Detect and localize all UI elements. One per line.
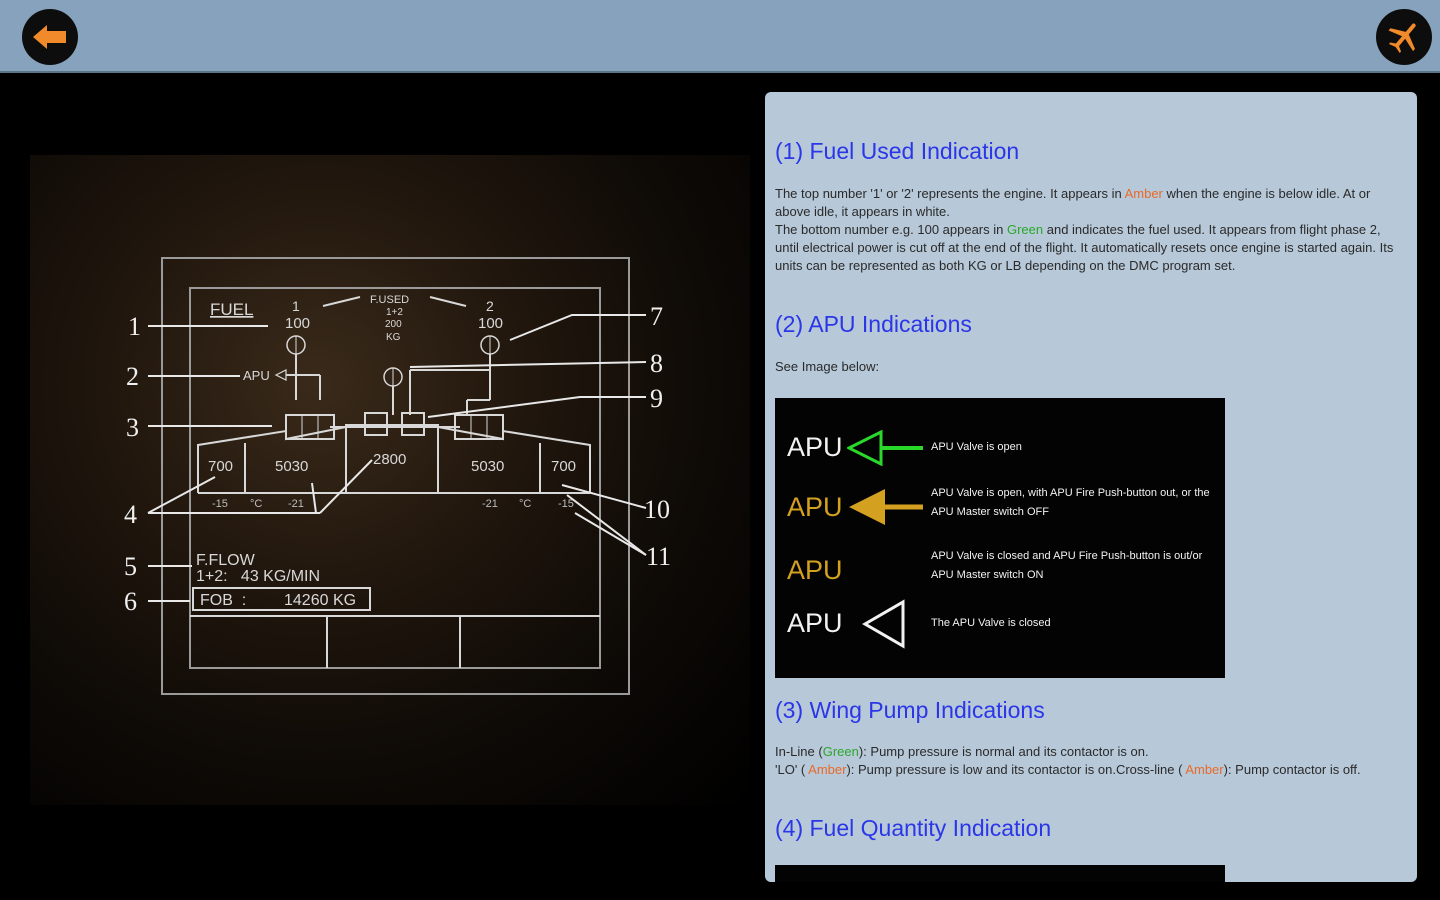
fob-label: FOB :	[200, 592, 246, 609]
fused-value: 200	[385, 319, 402, 330]
tank-r-inner: 5030	[471, 458, 504, 475]
diagram-area: FUEL 1 100 F.USED 1+2 200 KG 2 100 APU 7…	[0, 75, 750, 900]
apu-row-open-fire: APU APU Valve is open, with APU Fire Pus…	[775, 478, 1225, 538]
top-bar	[0, 0, 1440, 73]
green-open-arrow-icon	[847, 430, 923, 466]
callout-9: 9	[650, 384, 663, 413]
section-2-title: (2) APU Indications	[775, 311, 972, 337]
back-button[interactable]	[22, 9, 78, 65]
callout-4: 4	[124, 500, 137, 529]
apu-label: APU	[243, 368, 270, 383]
tank-l-outer: 700	[208, 458, 233, 475]
section-3-title: (3) Wing Pump Indications	[775, 697, 1045, 723]
airplane-button[interactable]	[1376, 9, 1432, 65]
eng2-used: 100	[478, 315, 503, 332]
airplane-icon	[1388, 23, 1416, 53]
amber-filled-arrow-icon	[849, 489, 923, 525]
callout-7: 7	[650, 302, 663, 331]
fuel-ecam-diagram: FUEL 1 100 F.USED 1+2 200 KG 2 100 APU 7…	[124, 257, 671, 695]
fuel-label: FUEL	[210, 300, 253, 319]
fob-value: 14260 KG	[284, 592, 356, 609]
fused-sub: 1+2	[386, 307, 403, 318]
tank-l-inner: 5030	[275, 458, 308, 475]
apu-row-open: APU APU Valve is open	[775, 418, 1225, 478]
callout-8: 8	[650, 349, 663, 378]
eng2-number: 2	[486, 298, 494, 314]
section-3-text: In-Line (Green): Pump pressure is normal…	[775, 744, 1361, 777]
callout-6: 6	[124, 587, 137, 616]
tank-r-outer: 700	[551, 458, 576, 475]
fused-unit: KG	[386, 332, 401, 343]
fuel-quantity-image	[775, 865, 1225, 882]
section-1-text: The top number '1' or '2' represents the…	[775, 186, 1394, 273]
back-arrow-icon	[33, 25, 66, 49]
fflow-value: 1+2: 43 KG/MIN	[196, 568, 320, 585]
tank-center: 2800	[373, 451, 406, 468]
apu-indications-image: APU APU Valve is open APU APU Valve is o…	[775, 398, 1225, 678]
temp-r-outer: -15	[558, 498, 574, 510]
temp-l-unit: °C	[250, 498, 262, 510]
callout-1: 1	[128, 312, 141, 341]
fflow-label: F.FLOW	[196, 552, 256, 569]
temp-l-outer: -15	[212, 498, 228, 510]
callout-3: 3	[126, 413, 139, 442]
temp-r-inner: -21	[482, 498, 498, 510]
callout-10: 10	[644, 495, 670, 524]
section-2-text: See Image below:	[775, 359, 880, 374]
callout-11: 11	[646, 542, 671, 571]
eng1-used: 100	[285, 315, 310, 332]
apu-row-closed-fire: APU APU Valve is closed and APU Fire Pus…	[787, 550, 1203, 585]
apu-row-closed: APU The APU Valve is closed	[775, 594, 1225, 654]
info-panel[interactable]: (1) Fuel Used Indication The top number …	[765, 92, 1417, 882]
callout-5: 5	[124, 552, 137, 581]
eng1-number: 1	[292, 298, 300, 314]
temp-l-inner: -21	[288, 498, 304, 510]
white-closed-triangle-icon	[862, 599, 905, 649]
section-4-title: (4) Fuel Quantity Indication	[775, 815, 1052, 841]
fused-label: F.USED	[370, 294, 409, 306]
callout-2: 2	[126, 362, 139, 391]
section-1-title: (1) Fuel Used Indication	[775, 138, 1020, 164]
temp-r-unit: °C	[519, 498, 531, 510]
